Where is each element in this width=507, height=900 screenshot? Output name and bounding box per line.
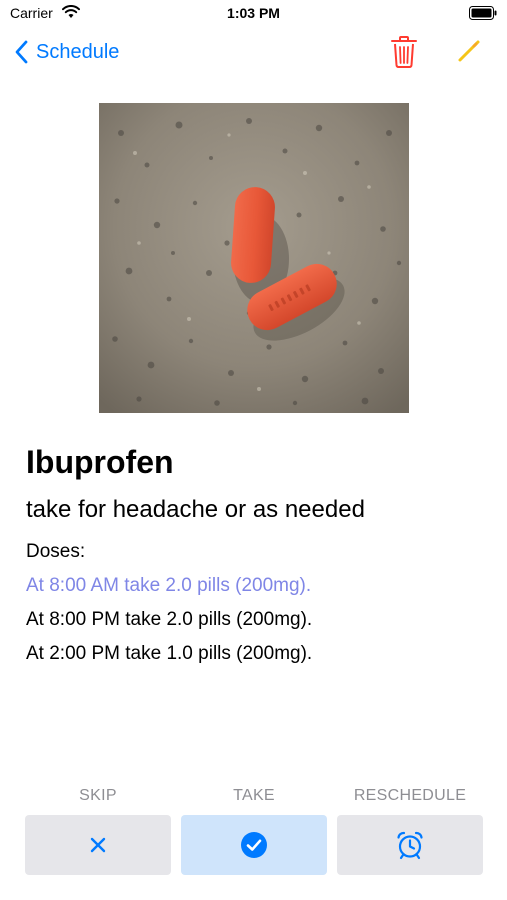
checkmark-circle-icon <box>241 832 267 858</box>
battery-icon <box>469 6 497 20</box>
dose-item-highlighted[interactable]: At 8:00 AM take 2.0 pills (200mg). <box>26 572 312 606</box>
medication-detail-screen: Carrier 1:03 PM Schedule Ibuprofen take … <box>0 0 507 900</box>
back-button-label: Schedule <box>36 40 120 63</box>
status-clock: 1:03 PM <box>227 5 280 21</box>
back-button[interactable]: Schedule <box>14 36 119 68</box>
dose-item[interactable]: At 2:00 PM take 1.0 pills (200mg). <box>26 640 312 674</box>
chevron-left-icon <box>15 40 28 64</box>
doses-heading: Doses: <box>26 541 86 562</box>
close-icon <box>90 837 106 853</box>
pill-1 <box>231 187 275 283</box>
reschedule-button[interactable] <box>337 815 483 875</box>
trash-icon[interactable] <box>390 35 418 69</box>
reschedule-label: RESCHEDULE <box>353 787 467 804</box>
alarm-clock-icon <box>397 831 423 860</box>
dose-item[interactable]: At 8:00 PM take 2.0 pills (200mg). <box>26 606 312 640</box>
take-button[interactable] <box>181 815 327 875</box>
skip-button[interactable] <box>25 815 171 875</box>
medication-photo <box>99 103 409 413</box>
dose-list: At 8:00 AM take 2.0 pills (200mg). At 8:… <box>26 572 312 674</box>
skip-action: SKIP <box>25 783 171 875</box>
skip-label: SKIP <box>79 787 117 804</box>
take-action: TAKE <box>181 783 327 875</box>
medication-note: take for headache or as needed <box>26 496 365 523</box>
dose-actions: SKIP TAKE RESCHEDULE <box>0 783 507 883</box>
reschedule-action: RESCHEDULE <box>337 783 483 875</box>
pencil-icon[interactable] <box>456 38 482 64</box>
status-bar: Carrier 1:03 PM <box>0 0 507 28</box>
navigation-bar: Schedule <box>0 28 507 76</box>
medication-name: Ibuprofen <box>26 444 174 480</box>
take-label: TAKE <box>233 787 275 804</box>
